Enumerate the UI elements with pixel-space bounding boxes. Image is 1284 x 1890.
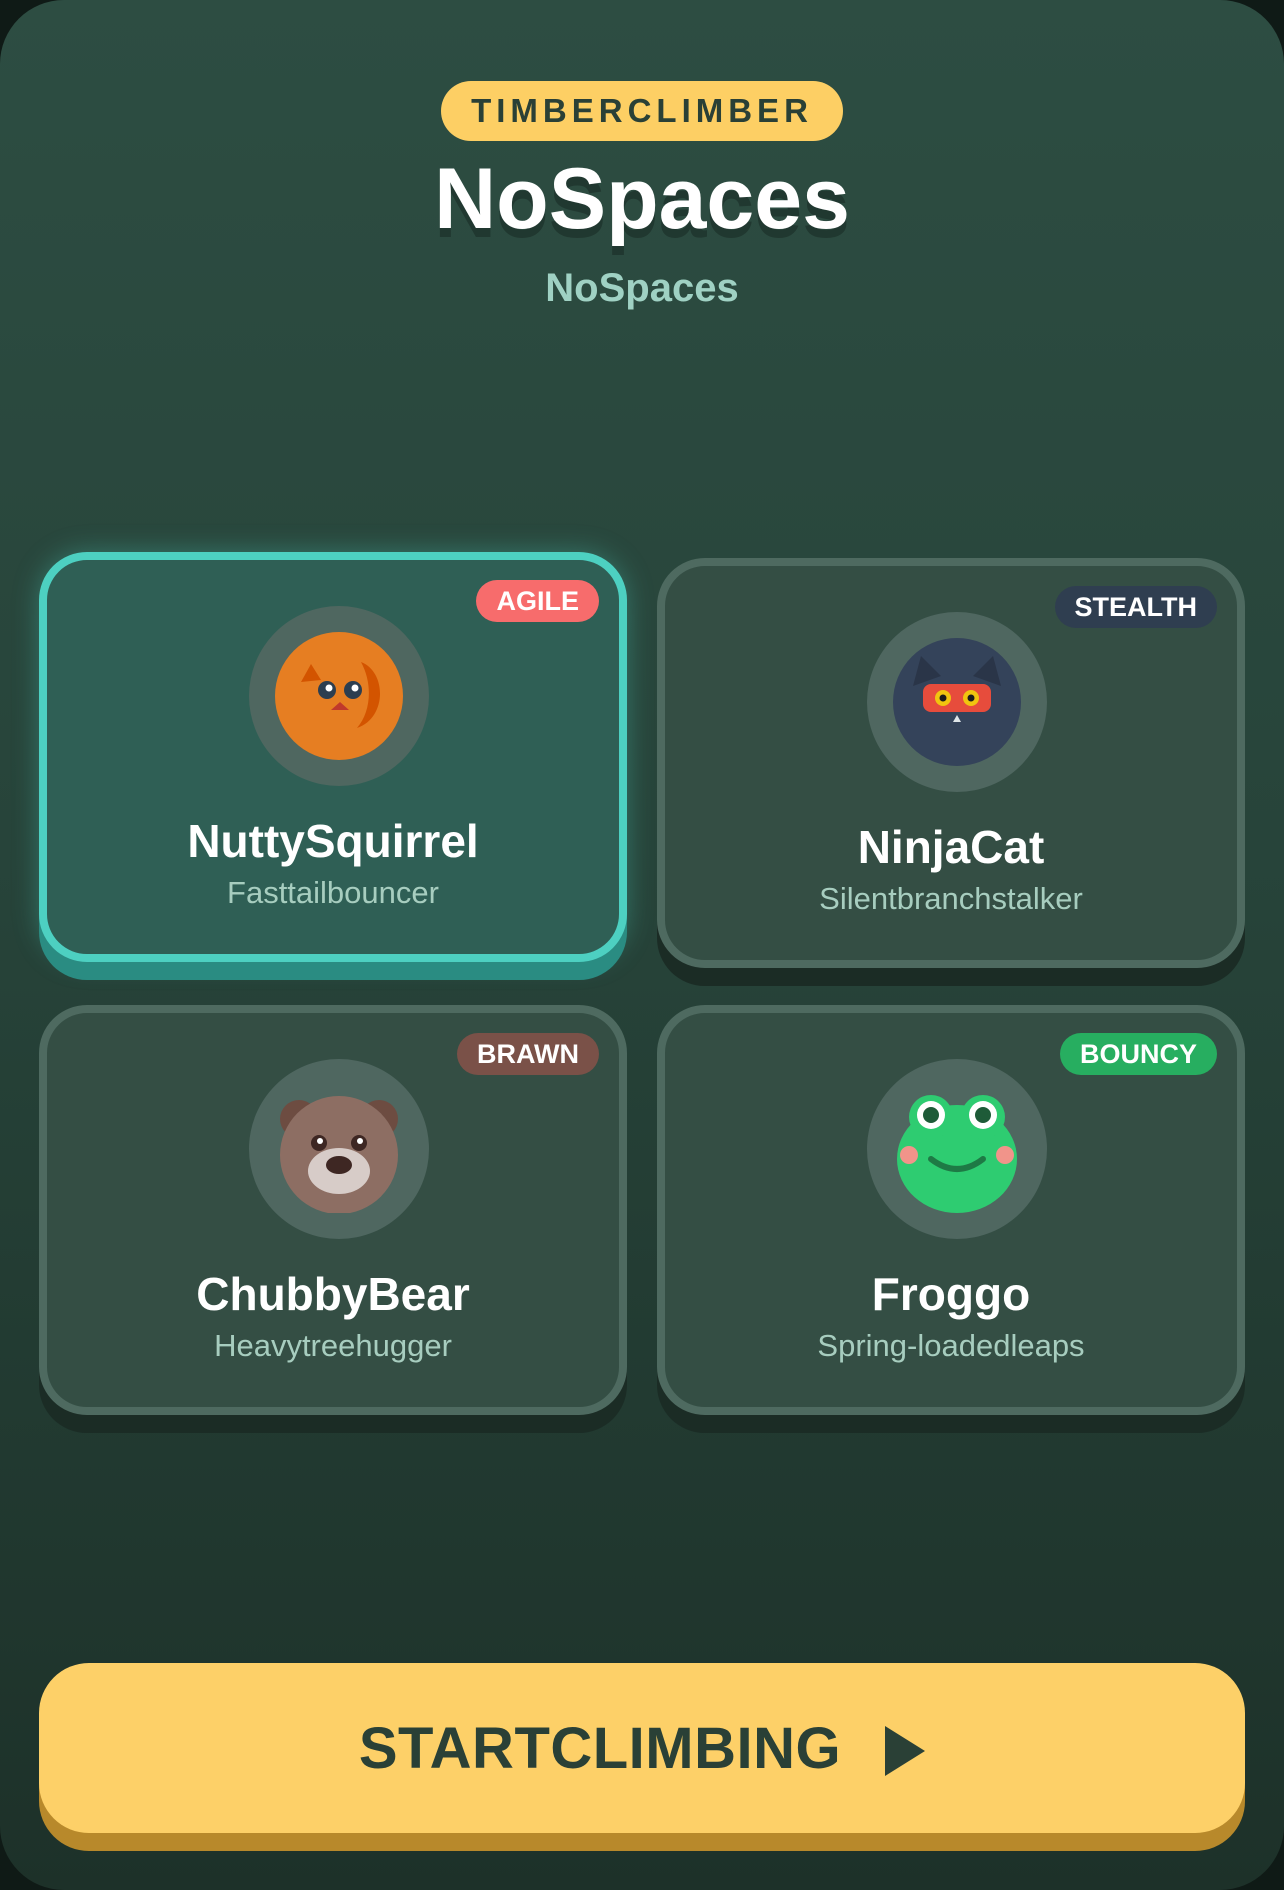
squirrel-icon [275,632,403,760]
game-title-badge: TIMBERCLIMBER [441,81,843,141]
play-icon [885,1726,926,1776]
character-card-froggo[interactable]: BOUNCY Froggo Spring-loadedleaps [657,1005,1245,1415]
page-subtitle: NoSpaces [545,266,739,310]
character-select-screen: TIMBERCLIMBER NoSpaces NoSpaces AGILE Nu… [0,0,1284,1890]
avatar [867,612,1047,792]
frog-icon [897,1095,1017,1213]
character-card-nuttysquirrel[interactable]: AGILE NuttySquirrel Fasttailbouncer [39,552,627,962]
trait-badge: BRAWN [457,1033,599,1075]
character-card-chubbybear[interactable]: BRAWN ChubbyBear Heavytreehugger [39,1005,627,1415]
character-name: Froggo [871,1268,1031,1320]
cat-icon [893,638,1021,766]
character-name: NuttySquirrel [187,815,479,867]
trait-badge: AGILE [476,580,599,622]
character-description: Heavytreehugger [214,1328,452,1363]
character-card-ninjacat[interactable]: STEALTH NinjaCat Silentbranchstalker [657,558,1245,968]
trait-badge: STEALTH [1054,586,1217,628]
start-climbing-label: STARTCLIMBING [358,1715,842,1781]
character-description: Fasttailbouncer [227,875,439,910]
start-climbing-button[interactable]: STARTCLIMBING [39,1663,1245,1833]
character-description: Silentbranchstalker [819,881,1083,916]
character-name: ChubbyBear [196,1268,470,1320]
avatar [249,1059,429,1239]
page-title: NoSpaces [434,151,850,247]
bear-icon [280,1096,398,1213]
avatar [867,1059,1047,1239]
avatar [249,606,429,786]
trait-badge: BOUNCY [1059,1033,1217,1075]
character-name: NinjaCat [857,821,1045,873]
character-description: Spring-loadedleaps [817,1328,1085,1363]
